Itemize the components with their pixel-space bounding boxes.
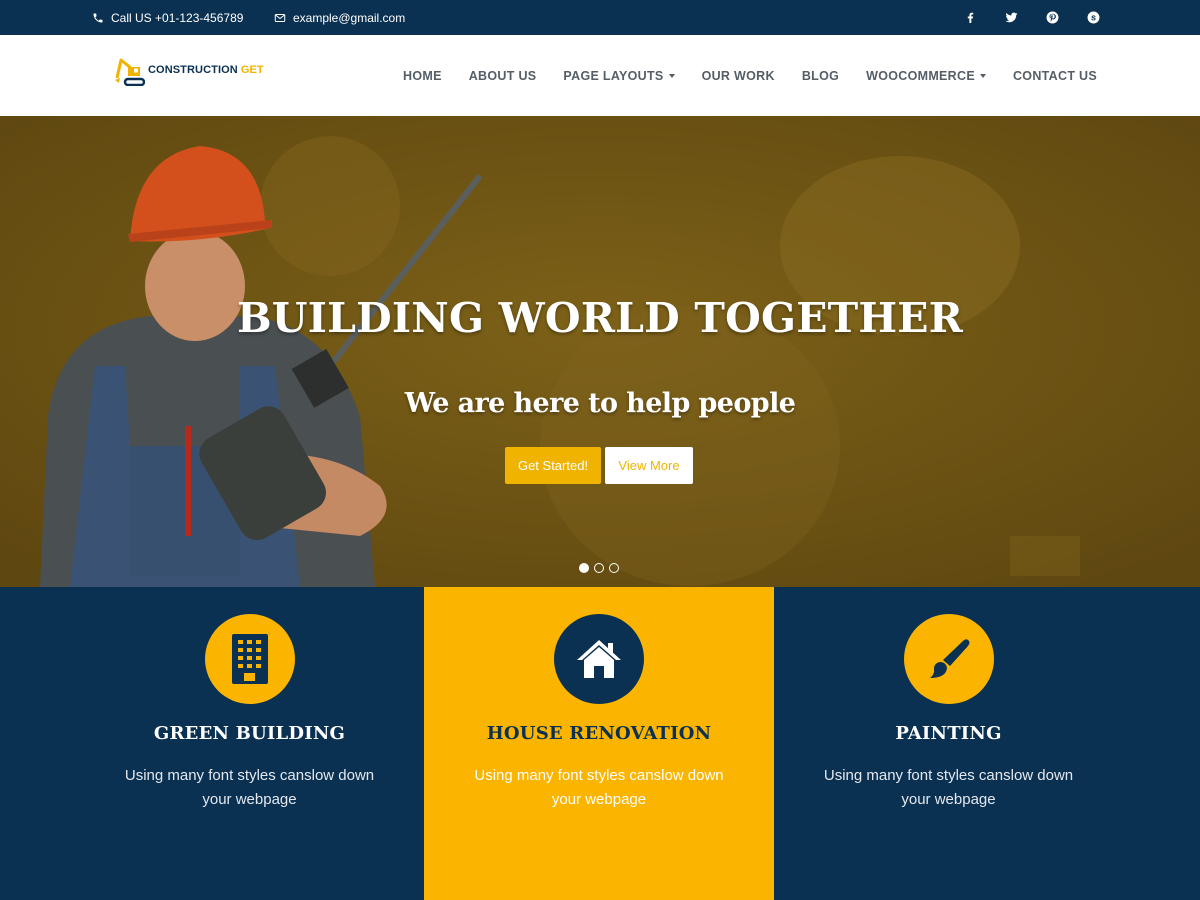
paint-brush-icon — [929, 639, 969, 678]
service-description: Using many font styles canslow down your… — [474, 767, 724, 808]
slider-dot-1[interactable] — [579, 563, 589, 573]
service-description: Using many font styles canslow down your… — [124, 767, 375, 808]
phone-contact[interactable]: Call US +01-123-456789 — [92, 0, 243, 35]
service-icon-circle — [554, 614, 644, 704]
slider-dots — [579, 563, 624, 573]
nav-page-layouts[interactable]: PAGE LAYOUTS — [563, 68, 675, 83]
twitter-icon[interactable] — [1004, 11, 1018, 25]
site-name-part1: CONSTRUCTION — [148, 64, 238, 76]
phone-text: Call US +01-123-456789 — [111, 10, 244, 25]
service-description: Using many font styles canslow down your… — [823, 767, 1074, 808]
email-contact[interactable]: example@gmail.com — [274, 0, 405, 35]
phone-icon — [93, 13, 103, 22]
social-links — [936, 0, 1100, 35]
nav-label: PAGE LAYOUTS — [563, 68, 664, 83]
home-icon — [577, 640, 621, 678]
skype-icon[interactable] — [1086, 11, 1100, 25]
view-more-button[interactable]: View More — [605, 447, 693, 484]
nav-contact-us[interactable]: CONTACT US — [1013, 69, 1097, 83]
nav-home[interactable]: HOME — [403, 69, 442, 83]
caret-down-icon — [979, 73, 986, 78]
site-header: CONSTRUCTION GET HOME ABOUT US PAGE LAYOU… — [0, 35, 1200, 116]
service-title: PAINTING — [895, 723, 1002, 744]
service-icon-circle — [903, 614, 994, 704]
excavator-icon — [115, 58, 145, 86]
service-icon-circle — [204, 614, 295, 704]
service-card-house-renovation[interactable]: HOUSE RENOVATION Using many font styles … — [424, 587, 774, 900]
hero-title: BUILDING WORLD TOGETHER — [236, 294, 964, 342]
nav-about-us[interactable]: ABOUT US — [469, 69, 537, 83]
main-nav: HOME ABOUT US PAGE LAYOUTS OUR WORK BLOG… — [376, 35, 1097, 116]
email-text: example@gmail.com — [293, 10, 406, 25]
site-name-part2: GET — [240, 64, 264, 76]
nav-label: BLOG — [801, 68, 840, 83]
facebook-icon[interactable] — [963, 11, 977, 25]
building-icon — [231, 634, 268, 684]
hero-slider: BUILDING WORLD TOGETHER We are here to h… — [0, 116, 1200, 587]
site-name: CONSTRUCTION GET — [148, 64, 264, 76]
hero-background-image — [0, 116, 1200, 587]
nav-label: HOME — [403, 68, 442, 83]
slider-dot-3[interactable] — [609, 563, 619, 573]
caret-down-icon — [668, 73, 675, 78]
hero-subtitle: We are here to help people — [404, 388, 796, 419]
service-card-green-building[interactable]: GREEN BUILDING Using many font styles ca… — [75, 587, 424, 900]
top-bar: Call US +01-123-456789 example@gmail.com — [0, 0, 1200, 35]
service-title: HOUSE RENOVATION — [486, 723, 712, 744]
nav-label: OUR WORK — [701, 68, 775, 83]
site-logo[interactable]: CONSTRUCTION GET — [115, 54, 264, 86]
nav-label: WOOCOMMERCE — [866, 68, 975, 83]
service-card-painting[interactable]: PAINTING Using many font styles canslow … — [774, 587, 1123, 900]
nav-blog[interactable]: BLOG — [802, 69, 839, 83]
slider-dot-2[interactable] — [594, 563, 604, 573]
nav-woocommerce[interactable]: WOOCOMMERCE — [866, 69, 986, 83]
nav-label: CONTACT US — [1012, 68, 1097, 83]
envelope-icon — [274, 13, 286, 22]
services-section: GREEN BUILDING Using many font styles ca… — [0, 587, 1200, 900]
nav-label: ABOUT US — [468, 68, 537, 83]
nav-our-work[interactable]: OUR WORK — [702, 69, 775, 83]
service-title: GREEN BUILDING — [153, 723, 346, 744]
get-started-button[interactable]: Get Started! — [505, 447, 601, 484]
pinterest-icon[interactable] — [1045, 11, 1059, 25]
